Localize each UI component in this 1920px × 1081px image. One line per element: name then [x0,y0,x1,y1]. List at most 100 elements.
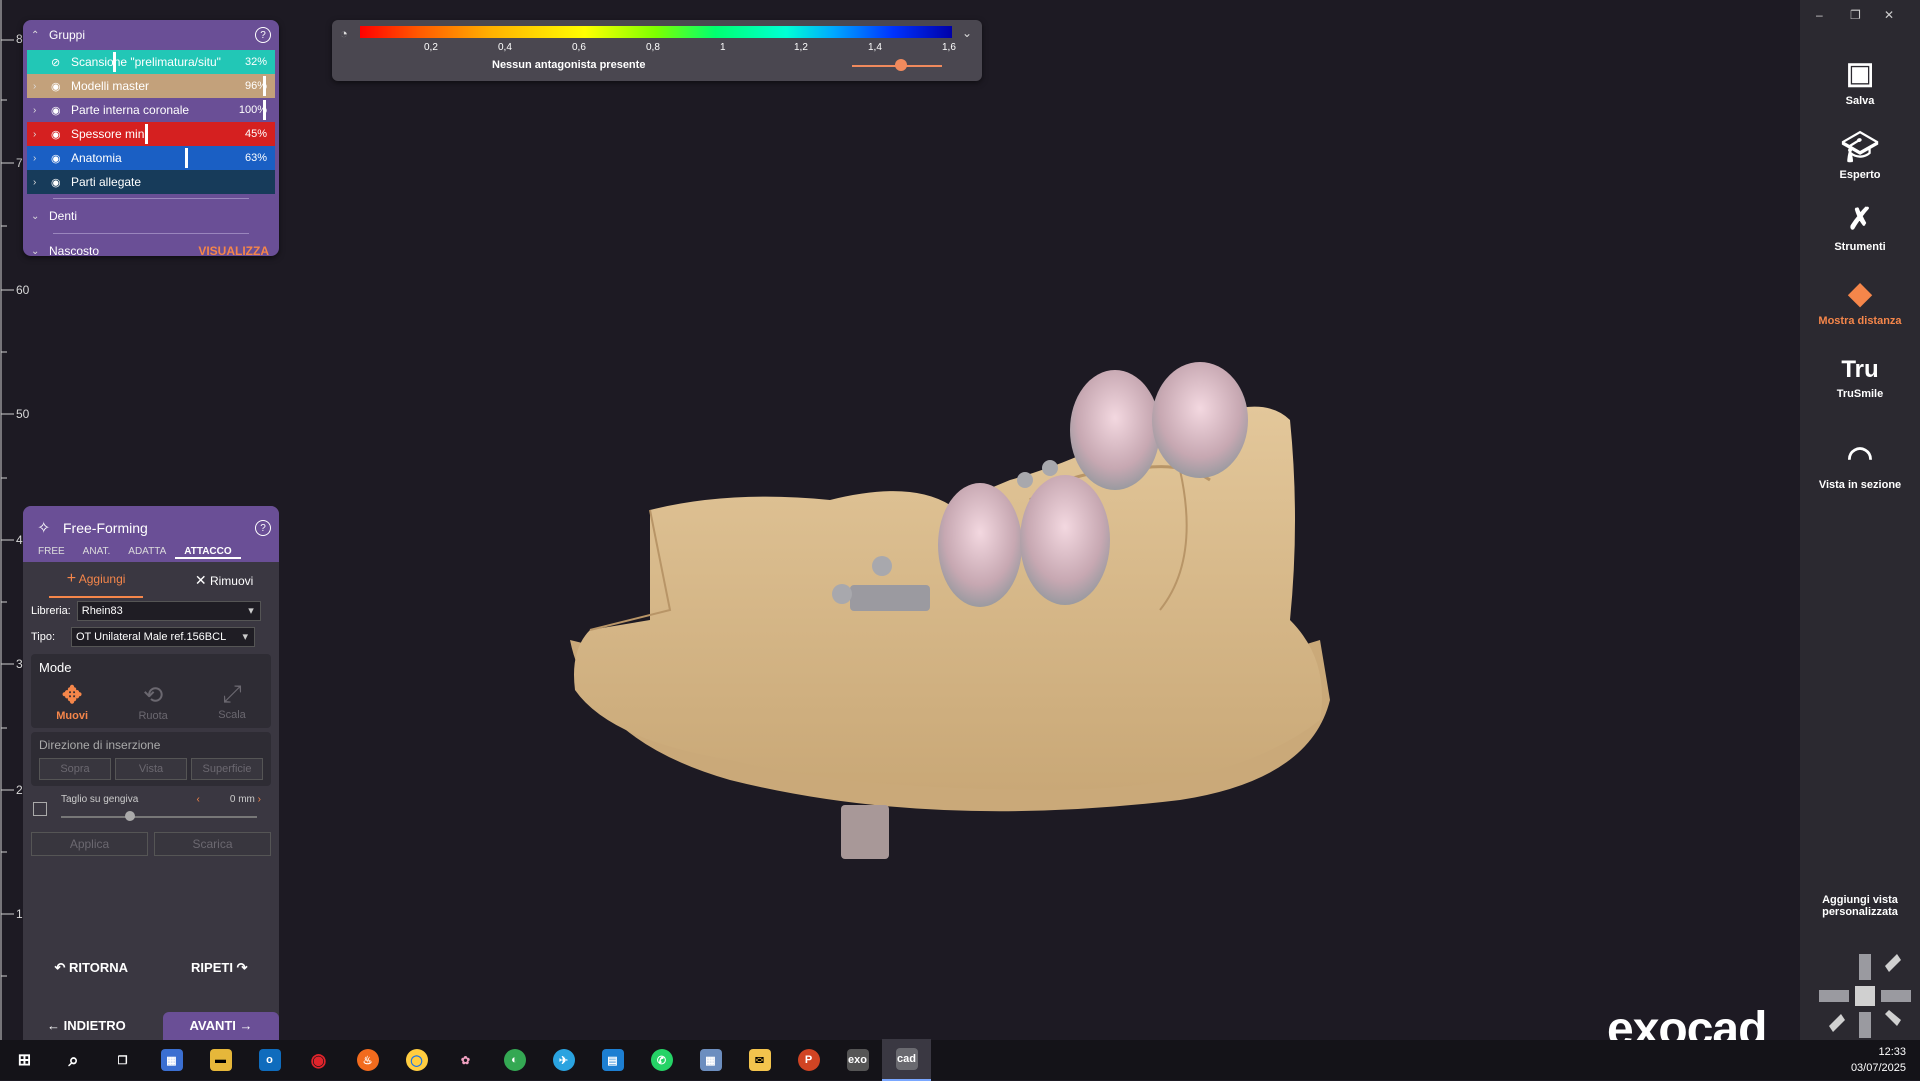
group-row[interactable]: › ◉ Anatomia 63% [27,146,275,170]
remove-button[interactable]: ✕ Rimuovi [195,572,253,589]
groups-title: Gruppi [49,28,86,42]
chevron-down-icon[interactable]: ⌄ [31,211,43,222]
tab-adatta[interactable]: ADATTA [119,546,175,559]
gingiva-cut-checkbox[interactable] [33,802,47,816]
scale-mode-button[interactable]: ⤢ Scala [218,681,246,722]
mail-app[interactable]: ✉ [735,1040,784,1080]
chrome-profile-app[interactable]: ◐ [490,1040,539,1080]
chevron-right-icon[interactable]: › [33,153,45,164]
chevron-right-icon[interactable]: › [33,105,45,116]
task-view-button[interactable]: ❐ [98,1040,147,1080]
redo-button[interactable]: RIPETI ↷ [191,960,247,976]
outlook-app[interactable]: o [245,1040,294,1080]
show-distance-button[interactable]: ◆ Mostra distanza [1800,276,1920,327]
chrome-app[interactable]: ◯ [392,1040,441,1080]
back-button[interactable]: ← INDIETRO [23,1012,163,1040]
opera-icon: ◉ [310,1049,327,1070]
group-row[interactable]: › ◉ Parti allegate [27,170,275,194]
library-select[interactable]: Rhein83 [76,601,261,621]
section-view-icon: ◠ [1846,441,1874,474]
scale-slider-handle[interactable] [895,59,907,71]
direction-view-button[interactable]: Vista [115,758,187,780]
group-row[interactable]: › ◉ Parte interna coronale 100% [27,98,275,122]
minimize-icon[interactable]: – [1816,8,1823,22]
scale-tick-label: 1,2 [794,42,808,53]
chevron-right-icon[interactable]: › [33,81,45,92]
chevron-right-icon[interactable]: › [33,129,45,140]
insertion-direction-box: Direzione di inserzione Sopra Vista Supe… [31,732,271,786]
move-mode-button[interactable]: ✥ Muovi [56,681,88,722]
eye-icon[interactable]: ◉ [51,80,67,93]
gingiva-cut-slider-handle[interactable] [125,811,135,821]
group-row[interactable]: › ◉ Modelli master 96% [27,74,275,98]
exocad-app[interactable]: exo [833,1040,882,1080]
tab-anat[interactable]: ANAT. [74,546,120,559]
undo-button[interactable]: ↶ RITORNA [55,960,129,976]
view-cube-icon[interactable] [1815,952,1915,1040]
scale-tick-label: 0,6 [572,42,586,53]
eye-icon[interactable]: ◉ [51,152,67,165]
direction-surface-button[interactable]: Superficie [191,758,263,780]
eye-icon[interactable]: ◉ [51,128,67,141]
start-button[interactable]: ⊞ [0,1040,49,1080]
opacity-slider-handle[interactable] [145,124,148,144]
eye-icon[interactable]: ◉ [51,104,67,117]
save-button[interactable]: ▣ Salva [1800,56,1920,107]
eye-off-icon[interactable]: ⊘ [51,56,67,69]
gingiva-cut-slider[interactable] [61,816,257,818]
group-row[interactable]: ⊘ Scansione "prelimatura/situ" 32% [27,50,275,74]
direction-top-button[interactable]: Sopra [39,758,111,780]
chevron-down-icon[interactable]: ⌄ [962,26,972,40]
3d-viewport[interactable] [30,0,1800,1040]
system-clock[interactable]: 12:33 03/07/2025 [1851,1044,1906,1076]
close-icon[interactable]: ✕ [1884,8,1894,22]
search-button[interactable]: ⌕ [49,1040,98,1080]
rotate-mode-button[interactable]: ⟲ Ruota [138,681,167,722]
opacity-slider-handle[interactable] [113,52,116,72]
discard-button[interactable]: Scarica [154,832,271,856]
tab-free[interactable]: FREE [29,546,74,559]
telegram-app[interactable]: ✈ [539,1040,588,1080]
gauge-icon[interactable]: ◔ [340,26,348,41]
next-button[interactable]: AVANTI → [163,1012,279,1040]
chevron-right-icon[interactable]: › [258,794,261,805]
tools-button[interactable]: ✗ Strumenti [1800,202,1920,253]
chevron-down-icon[interactable]: ⌄ [31,246,43,257]
help-icon[interactable]: ? [255,27,271,43]
restore-icon[interactable]: ❐ [1850,8,1861,22]
powerpoint-app[interactable]: P [784,1040,833,1080]
opacity-slider-handle[interactable] [185,148,188,168]
group-row[interactable]: › ◉ Spessore min. 45% [27,122,275,146]
chevron-up-icon[interactable]: ⌃ [31,30,43,41]
chevron-right-icon[interactable]: › [33,177,45,188]
paint-app[interactable]: ✿ [441,1040,490,1080]
denti-group[interactable]: ⌄ Denti [23,203,279,229]
word-app[interactable]: ▤ [588,1040,637,1080]
opera-app[interactable]: ◉ [294,1040,343,1080]
trusmile-button[interactable]: Tru TruSmile [1800,356,1920,400]
windows-icon: ⊞ [17,1052,32,1069]
dentalcad-app[interactable]: cad [882,1039,931,1081]
whatsapp-app[interactable]: ✆ [637,1040,686,1080]
chevron-left-icon[interactable]: ‹ [197,794,200,805]
hidden-group[interactable]: ⌄ Nascosto VISUALIZZA [23,238,279,256]
apply-button[interactable]: Applica [31,832,148,856]
calculator-app[interactable]: ▦ [147,1040,196,1080]
opacity-slider-handle[interactable] [263,76,266,96]
add-custom-view-button[interactable]: Aggiungi vista personalizzata [1800,894,1920,918]
help-icon[interactable]: ? [255,520,271,536]
opacity-slider-handle[interactable] [263,100,266,120]
groups-header[interactable]: ⌃ Gruppi ? [23,20,279,50]
expert-button[interactable]: 🎓︎ Esperto [1800,130,1920,181]
eye-icon[interactable]: ◉ [51,176,67,189]
tab-attacco[interactable]: ATTACCO [175,546,241,559]
firefox-app[interactable]: ♨ [343,1040,392,1080]
section-view-button[interactable]: ◠ Vista in sezione [1800,440,1920,491]
dental-model-render[interactable] [30,0,1800,1040]
type-select[interactable]: OT Unilateral Male ref.156BCL [71,627,255,647]
explorer-app[interactable]: ▬ [196,1040,245,1080]
show-button[interactable]: VISUALIZZA [198,244,269,256]
add-button[interactable]: + Aggiungi [48,562,144,598]
remote-desktop-app[interactable]: ▦ [686,1040,735,1080]
hidden-label: Nascosto [49,244,100,256]
